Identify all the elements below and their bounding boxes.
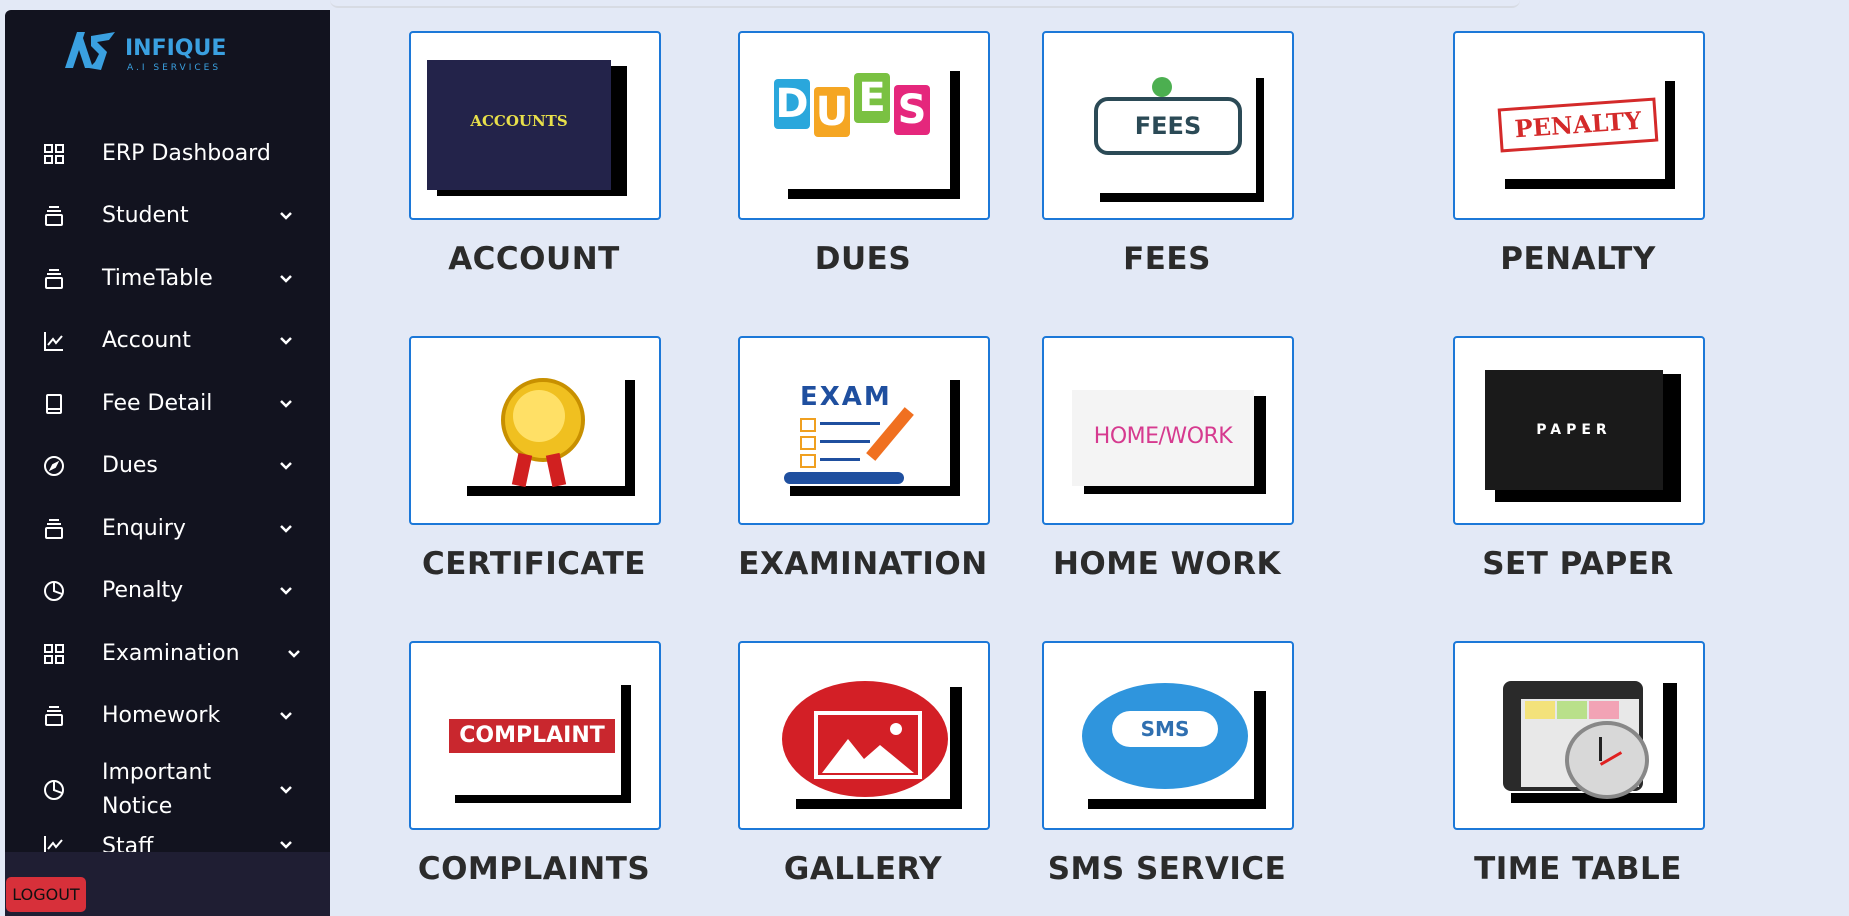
stack-icon [43,205,65,227]
card-label: COMPLAINTS [417,851,651,887]
sidebar-item-penalty[interactable]: Penalty [5,566,330,616]
sidebar-item-student[interactable]: Student [5,191,330,241]
card-label: ACCOUNT [448,241,620,277]
timetable-image [1495,677,1663,799]
complaint-image: COMPLAINT [445,679,621,795]
card-label: SMS SERVICE [1047,851,1287,887]
card-gallery[interactable] [738,641,990,830]
fees-image: FEES [1084,69,1256,193]
sidebar-item-homework[interactable]: Homework [5,691,330,741]
chevron-down-icon[interactable] [285,645,303,663]
card-label: SET PAPER [1482,546,1674,582]
sms-image: SMS [1078,681,1254,799]
card-label: PENALTY [1500,241,1656,277]
examination-image: EXAM [780,374,950,486]
sidebar-item-fee-detail[interactable]: Fee Detail [5,379,330,429]
homework-image: HOME/WORK [1072,390,1254,486]
card-label: EXAMINATION [738,546,988,582]
chevron-down-icon[interactable] [277,207,295,225]
sidebar-item-label: Fee Detail [102,391,213,416]
sidebar-item-account[interactable]: Account [5,316,330,366]
sidebar-item-label: Dues [102,453,158,478]
card-sms-service[interactable]: SMS [1042,641,1294,830]
dues-image: D U E S [770,61,950,189]
card-label: GALLERY [783,851,943,887]
sidebar-item-label: Penalty [102,578,184,603]
stack-icon [43,705,65,727]
sidebar-item-dues[interactable]: Dues [5,441,330,491]
sidebar: INFIQUE A.I SERVICES ERP Dashboard Stude… [5,10,330,916]
sidebar-item-label: Examination [102,641,240,666]
brand-name: INFIQUE [125,36,226,61]
top-bar-edge [330,0,1520,8]
chevron-down-icon[interactable] [277,395,295,413]
card-complaints[interactable]: COMPLAINT [409,641,661,830]
card-label: DUES [814,241,912,277]
gallery-image [778,679,950,799]
card-examination[interactable]: EXAM [738,336,990,525]
sidebar-item-erp-dashboard[interactable]: ERP Dashboard [5,129,330,179]
card-fees[interactable]: FEES [1042,31,1294,220]
card-label: TIME TABLE [1474,851,1682,887]
card-label: HOME WORK [1052,546,1282,582]
card-set-paper[interactable]: PAPER [1453,336,1705,525]
pie-icon [43,580,65,602]
chevron-down-icon[interactable] [277,270,295,288]
sidebar-item-examination[interactable]: Examination [5,629,330,679]
chevron-down-icon[interactable] [277,332,295,350]
chevron-down-icon[interactable] [277,781,295,799]
sidebar-item-label: TimeTable [102,266,213,291]
card-home-work[interactable]: HOME/WORK [1042,336,1294,525]
accounts-image: ACCOUNTS [427,60,611,190]
stack-icon [43,518,65,540]
chevron-down-icon[interactable] [277,520,295,538]
chevron-down-icon[interactable] [277,707,295,725]
penalty-image: PENALTY [1495,75,1665,179]
pie-icon [43,779,65,801]
sidebar-item-label: Enquiry [102,516,186,541]
chevron-down-icon[interactable] [277,582,295,600]
grid-icon [43,643,65,665]
sidebar-footer: LOGOUT [5,852,330,916]
sidebar-item-timetable[interactable]: TimeTable [5,254,330,304]
card-certificate[interactable] [409,336,661,525]
brand-logo[interactable]: INFIQUE A.I SERVICES [63,24,253,76]
sidebar-item-label: Student [102,203,189,228]
chevron-down-icon[interactable] [277,457,295,475]
book-icon [43,393,65,415]
sidebar-item-label: Account [102,328,191,353]
sidebar-item-label: Important Notice [102,760,212,819]
card-penalty[interactable]: PENALTY [1453,31,1705,220]
sidebar-item-enquiry[interactable]: Enquiry [5,504,330,554]
grid-icon [43,143,65,165]
compass-icon [43,455,65,477]
card-dues[interactable]: D U E S [738,31,990,220]
logout-button[interactable]: LOGOUT [6,877,86,912]
card-account[interactable]: ACCOUNTS [409,31,661,220]
stack-icon [43,268,65,290]
brand-tagline: A.I SERVICES [127,63,221,73]
sidebar-item-label: ERP Dashboard [102,141,271,166]
card-label: CERTIFICATE [422,546,646,582]
sidebar-item-label: Homework [102,703,221,728]
certificate-image [453,374,625,488]
chart-line-icon [43,330,65,352]
card-time-table[interactable] [1453,641,1705,830]
paper-image: PAPER [1485,370,1663,490]
card-label: FEES [1123,241,1211,277]
sidebar-item-important-notice[interactable]: Important Notice [5,746,330,834]
